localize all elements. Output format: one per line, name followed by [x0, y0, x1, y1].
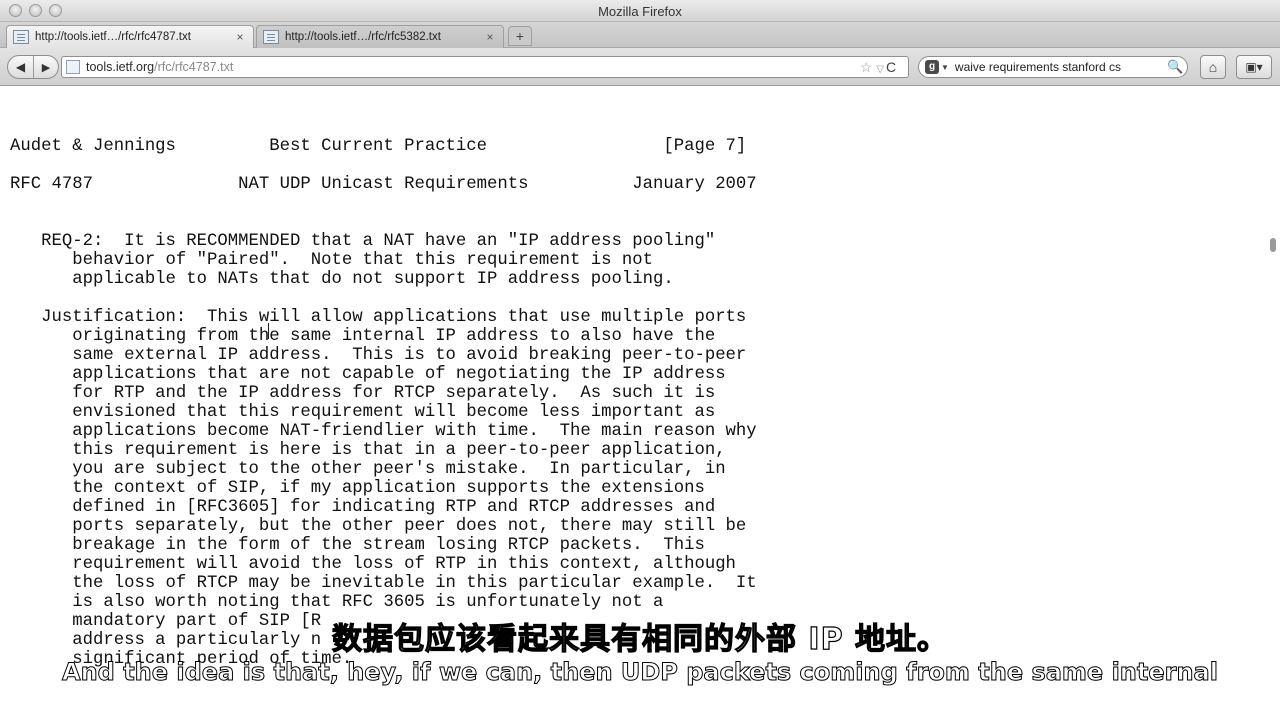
document-line — [10, 194, 757, 213]
window-title: Mozilla Firefox — [598, 4, 682, 19]
tab-rfc4787[interactable]: http://tools.ietf…/rfc/rfc4787.txt × — [6, 25, 254, 48]
forward-button[interactable]: ▶ — [34, 56, 58, 78]
document-line: RFC 4787 NAT UDP Unicast Requirements Ja… — [10, 175, 757, 194]
subtitle-chinese: 数据包应该看起来具有相同的外部 IP 地址。 — [331, 621, 949, 657]
document-line: same external IP address. This is to avo… — [10, 346, 747, 365]
document-line: this requirement is here is that in a pe… — [10, 441, 726, 460]
document-line: for RTP and the IP address for RTCP sepa… — [10, 384, 716, 403]
document-line: Audet & Jennings Best Current Practice [… — [10, 137, 747, 156]
document-line: originating from the same internal IP ad… — [10, 327, 716, 346]
search-bar[interactable]: g ▼ waive requirements stanford cs 🔍 — [918, 56, 1188, 78]
subtitle-english: And the idea is that, hey, if we can, th… — [62, 658, 1219, 687]
url-host: tools.ietf.org — [86, 60, 155, 74]
new-tab-button[interactable]: + — [508, 26, 532, 46]
vertical-scrollbar[interactable] — [1270, 238, 1276, 252]
document-line — [10, 289, 757, 308]
url-bar-actions: ☆ ▽ — [860, 59, 884, 76]
document-line: Justification: This will allow applicati… — [10, 308, 747, 327]
reload-icon[interactable]: C — [886, 59, 896, 75]
tab-label: http://tools.ietf…/rfc/rfc4787.txt — [35, 31, 191, 43]
bookmark-star-icon[interactable]: ☆ — [860, 59, 873, 75]
window-titlebar: Mozilla Firefox — [0, 0, 1280, 22]
back-forward-group: ◀ ▶ — [7, 55, 59, 79]
search-icon[interactable]: 🔍 — [1167, 59, 1187, 75]
tab-label: http://tools.ietf…/rfc/rfc5382.txt — [285, 31, 441, 43]
document-line: applicable to NATs that do not support I… — [10, 270, 674, 289]
document-icon — [13, 30, 29, 44]
document-line: applications become NAT-friendlier with … — [10, 422, 757, 441]
document-line: you are subject to the other peer's mist… — [10, 460, 726, 479]
document-line: is also worth noting that RFC 3605 is un… — [10, 593, 664, 612]
document-line: applications that are not capable of neg… — [10, 365, 726, 384]
document-line: breakage in the form of the stream losin… — [10, 536, 705, 555]
address-bar[interactable]: tools.ietf.org/rfc/rfc4787.txt ☆ ▽ — [61, 56, 909, 78]
document-line: envisioned that this requirement will be… — [10, 403, 716, 422]
document-line: ports separately, but the other peer doe… — [10, 517, 747, 536]
document-line: requirement will avoid the loss of RTP i… — [10, 555, 736, 574]
search-engine-icon[interactable]: g — [925, 60, 939, 74]
text-cursor — [268, 323, 269, 339]
document-line — [10, 156, 757, 175]
addons-button[interactable]: ▣▾ — [1236, 55, 1272, 79]
search-input[interactable]: waive requirements stanford cs — [955, 60, 1167, 74]
back-button[interactable]: ◀ — [8, 56, 34, 78]
tab-rfc5382[interactable]: http://tools.ietf…/rfc/rfc5382.txt × — [256, 25, 504, 48]
home-button[interactable]: ⌂ — [1200, 55, 1226, 79]
document-line: the loss of RTCP may be inevitable in th… — [10, 574, 757, 593]
tab-strip: http://tools.ietf…/rfc/rfc4787.txt × htt… — [0, 22, 1280, 48]
rfc-document-text: Audet & Jennings Best Current Practice [… — [10, 137, 757, 669]
document-line: the context of SIP, if my application su… — [10, 479, 705, 498]
site-identity-icon[interactable] — [66, 60, 80, 74]
close-tab-icon[interactable]: × — [483, 30, 497, 44]
close-tab-icon[interactable]: × — [233, 30, 247, 44]
document-line: defined in [RFC3605] for indicating RTP … — [10, 498, 716, 517]
document-line — [10, 213, 757, 232]
document-icon — [263, 30, 279, 44]
document-line: REQ-2: It is RECOMMENDED that a NAT have… — [10, 232, 716, 251]
url-path: /rfc/rfc4787.txt — [154, 60, 234, 74]
document-line: behavior of "Paired". Note that this req… — [10, 251, 653, 270]
history-dropdown-icon[interactable]: ▽ — [876, 64, 884, 75]
navigation-toolbar: ◀ ▶ tools.ietf.org/rfc/rfc4787.txt ☆ ▽ C… — [0, 48, 1280, 86]
engine-dropdown-icon[interactable]: ▼ — [941, 63, 949, 72]
